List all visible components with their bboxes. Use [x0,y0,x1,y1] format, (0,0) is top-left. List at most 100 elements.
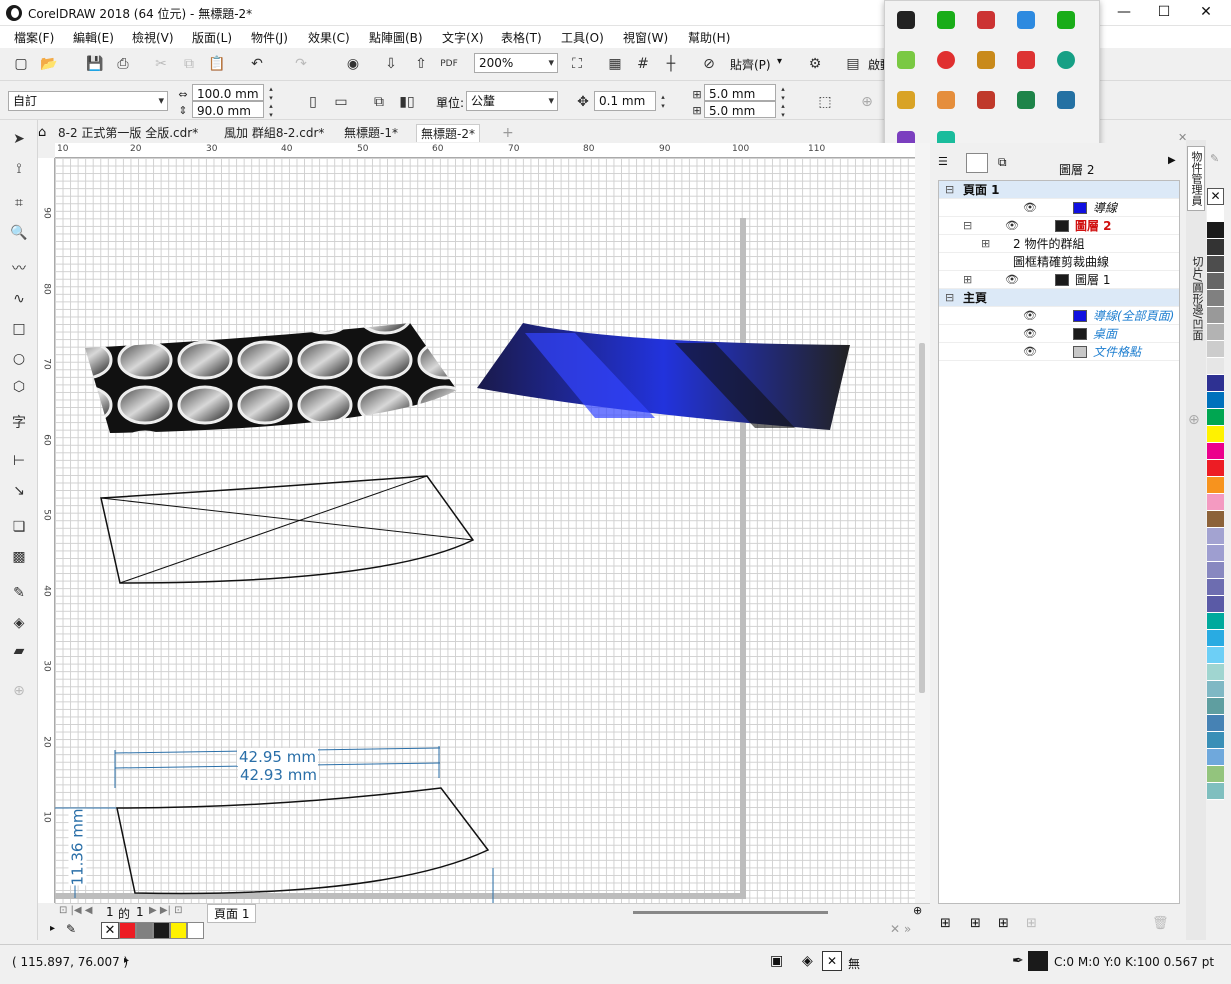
tree-row[interactable]: ⊟ 頁面 1 [939,181,1179,199]
menu-view[interactable]: 檢視(V) [132,29,174,46]
ellipse-tool-icon[interactable]: ○ [8,348,30,370]
palette-swatch[interactable] [1207,579,1224,596]
full-screen-preview-icon[interactable]: ⛶ [566,53,588,75]
cut-icon[interactable]: ✂ [150,53,172,75]
page-height-field[interactable]: 90.0 mm [192,101,264,118]
palette-swatch[interactable] [1207,307,1224,324]
artistic-media-icon[interactable]: ∿ [8,288,30,310]
options-gear-icon[interactable]: ⚙ [804,53,826,75]
palette-swatch[interactable] [1207,409,1224,426]
vertical-scrollbar[interactable] [915,143,930,903]
tray-app-icon[interactable] [977,11,995,29]
tab-fillet-scallop[interactable]: 切片/圓形邊/凹面 [1187,252,1205,344]
tray-app-icon[interactable] [937,11,955,29]
tray-app-icon[interactable] [1017,91,1035,109]
polygon-tool-icon[interactable]: ⬡ [8,376,30,398]
tree-row[interactable]: ⊟ 👁 圖層 2 [939,217,1179,235]
palette-eyedropper-icon[interactable]: ✎ [1210,152,1219,165]
show-rulers-icon[interactable]: ▦ [604,53,626,75]
zoom-tool-icon[interactable]: 🔍 [8,222,30,244]
palette-swatch[interactable] [1207,511,1224,528]
rectangle-tool-icon[interactable]: □ [8,318,30,340]
launch-icon[interactable]: ▤ [842,53,864,75]
dimension-label-1[interactable]: 42.95 mm [237,748,318,766]
visibility-eye-icon[interactable]: 👁 [1005,271,1019,289]
drawing-canvas[interactable]: 42.95 mm 42.93 mm 11.36 mm [55,158,915,903]
menu-help[interactable]: 幫助(H) [688,29,730,46]
palette-swatch[interactable] [1207,256,1224,273]
tree-expander-icon[interactable]: ⊟ [945,289,954,307]
page-size-select[interactable]: 自訂 [8,91,168,111]
dimension-label-2[interactable]: 42.93 mm [238,766,319,784]
visibility-eye-icon[interactable]: 👁 [1023,307,1037,325]
tray-app-icon[interactable] [1057,51,1075,69]
tree-row[interactable]: 圖框精確剪裁曲線 [939,253,1179,271]
tree-row[interactable]: ⊟ 主頁 [939,289,1179,307]
redo-icon[interactable]: ↷ [290,53,312,75]
first-page-icon[interactable]: ⊡ |◀ ◀ [59,905,93,916]
next-page-icon[interactable]: ▶ ▶| ⊡ [149,905,183,916]
layer-color-swatch[interactable] [1073,346,1087,358]
crop-tool-icon[interactable]: ⌗ [8,192,30,214]
new-document-icon[interactable]: ▢ [10,53,32,75]
drop-shadow-icon[interactable]: ❏ [8,516,30,538]
palette-swatch[interactable] [1207,443,1224,460]
copy-icon[interactable]: ⧉ [178,53,200,75]
duplicate-x-field[interactable]: 5.0 mm [704,84,776,101]
palette-swatch[interactable] [1207,562,1224,579]
width-spinner[interactable]: ▴ ▾ [266,85,276,103]
tray-app-icon[interactable] [977,91,995,109]
show-grid-icon[interactable]: # [632,53,654,75]
tray-app-icon[interactable] [977,51,995,69]
menu-bitmaps[interactable]: 點陣圖(B) [369,29,423,46]
tree-expander-icon[interactable]: ⊞ [981,235,990,253]
scroll-thumb[interactable] [919,343,925,693]
shape-tool-icon[interactable]: ⟟ [8,158,30,180]
nudge-spinner[interactable]: ▴ ▾ [658,93,668,111]
customize-toolbox-icon[interactable]: ⊕ [8,680,30,702]
zoom-navigator-icon[interactable]: ⊕ [913,904,922,917]
menu-window[interactable]: 視窗(W) [623,29,668,46]
tree-row[interactable]: ⊞ 👁 圖層 1 [939,271,1179,289]
palette-swatch[interactable] [1207,426,1224,443]
tree-row[interactable]: 👁 桌面 [939,325,1179,343]
export-icon[interactable]: ⇧ [410,53,432,75]
snap-chevron-icon[interactable]: ▾ [777,56,782,67]
tray-app-icon[interactable] [897,51,915,69]
visibility-eye-icon[interactable]: 👁 [1023,199,1037,217]
tray-app-icon[interactable] [897,91,915,109]
smart-fill-icon[interactable]: ▰ [8,640,30,662]
tab-doc-3[interactable]: 無標題-1* [340,124,402,142]
new-layer-icon[interactable]: ⊞ [940,916,951,931]
tree-row[interactable]: 👁 導線 [939,199,1179,217]
vertical-ruler[interactable]: 90 80 70 60 50 40 30 20 10 [38,158,55,903]
show-properties-icon[interactable] [966,153,988,173]
undo-icon[interactable]: ↶ [246,53,268,75]
layer-color-swatch[interactable] [1073,310,1087,322]
duplicate-y-field[interactable]: 5.0 mm [704,101,776,118]
menu-file[interactable]: 檔案(F) [14,29,54,46]
eyedropper-icon[interactable]: ✎ [66,922,76,936]
show-guidelines-icon[interactable]: ┼ [660,53,682,75]
snap-off-icon[interactable]: ⊘ [698,53,720,75]
palette-swatch[interactable] [1207,341,1224,358]
nudge-distance-field[interactable]: 0.1 mm [594,91,656,111]
duplicate-x-spinner[interactable]: ▴ ▾ [778,85,788,103]
page-width-field[interactable]: 100.0 mm [192,84,264,101]
palette-menu-icon[interactable]: ▸ [50,923,55,934]
menu-tools[interactable]: 工具(O) [561,29,604,46]
add-docker-icon[interactable]: ⊕ [1188,412,1200,428]
publish-pdf-icon[interactable]: PDF [438,53,460,75]
import-icon[interactable]: ⇩ [380,53,402,75]
close-button[interactable]: ✕ [1187,0,1225,26]
palette-swatch[interactable] [1207,766,1224,783]
palette-swatch[interactable] [1207,596,1224,613]
no-color-swatch[interactable]: ✕ [101,922,119,939]
palette-swatch[interactable] [1207,732,1224,749]
current-page-number[interactable]: 1 [106,905,114,919]
search-content-icon[interactable]: ◉ [342,53,364,75]
palette-swatch[interactable] [1207,324,1224,341]
outline-curve-2[interactable] [116,787,490,895]
text-tool-icon[interactable]: 字 [8,412,30,434]
snap-to-dropdown[interactable]: 貼齊(P) [730,56,771,73]
